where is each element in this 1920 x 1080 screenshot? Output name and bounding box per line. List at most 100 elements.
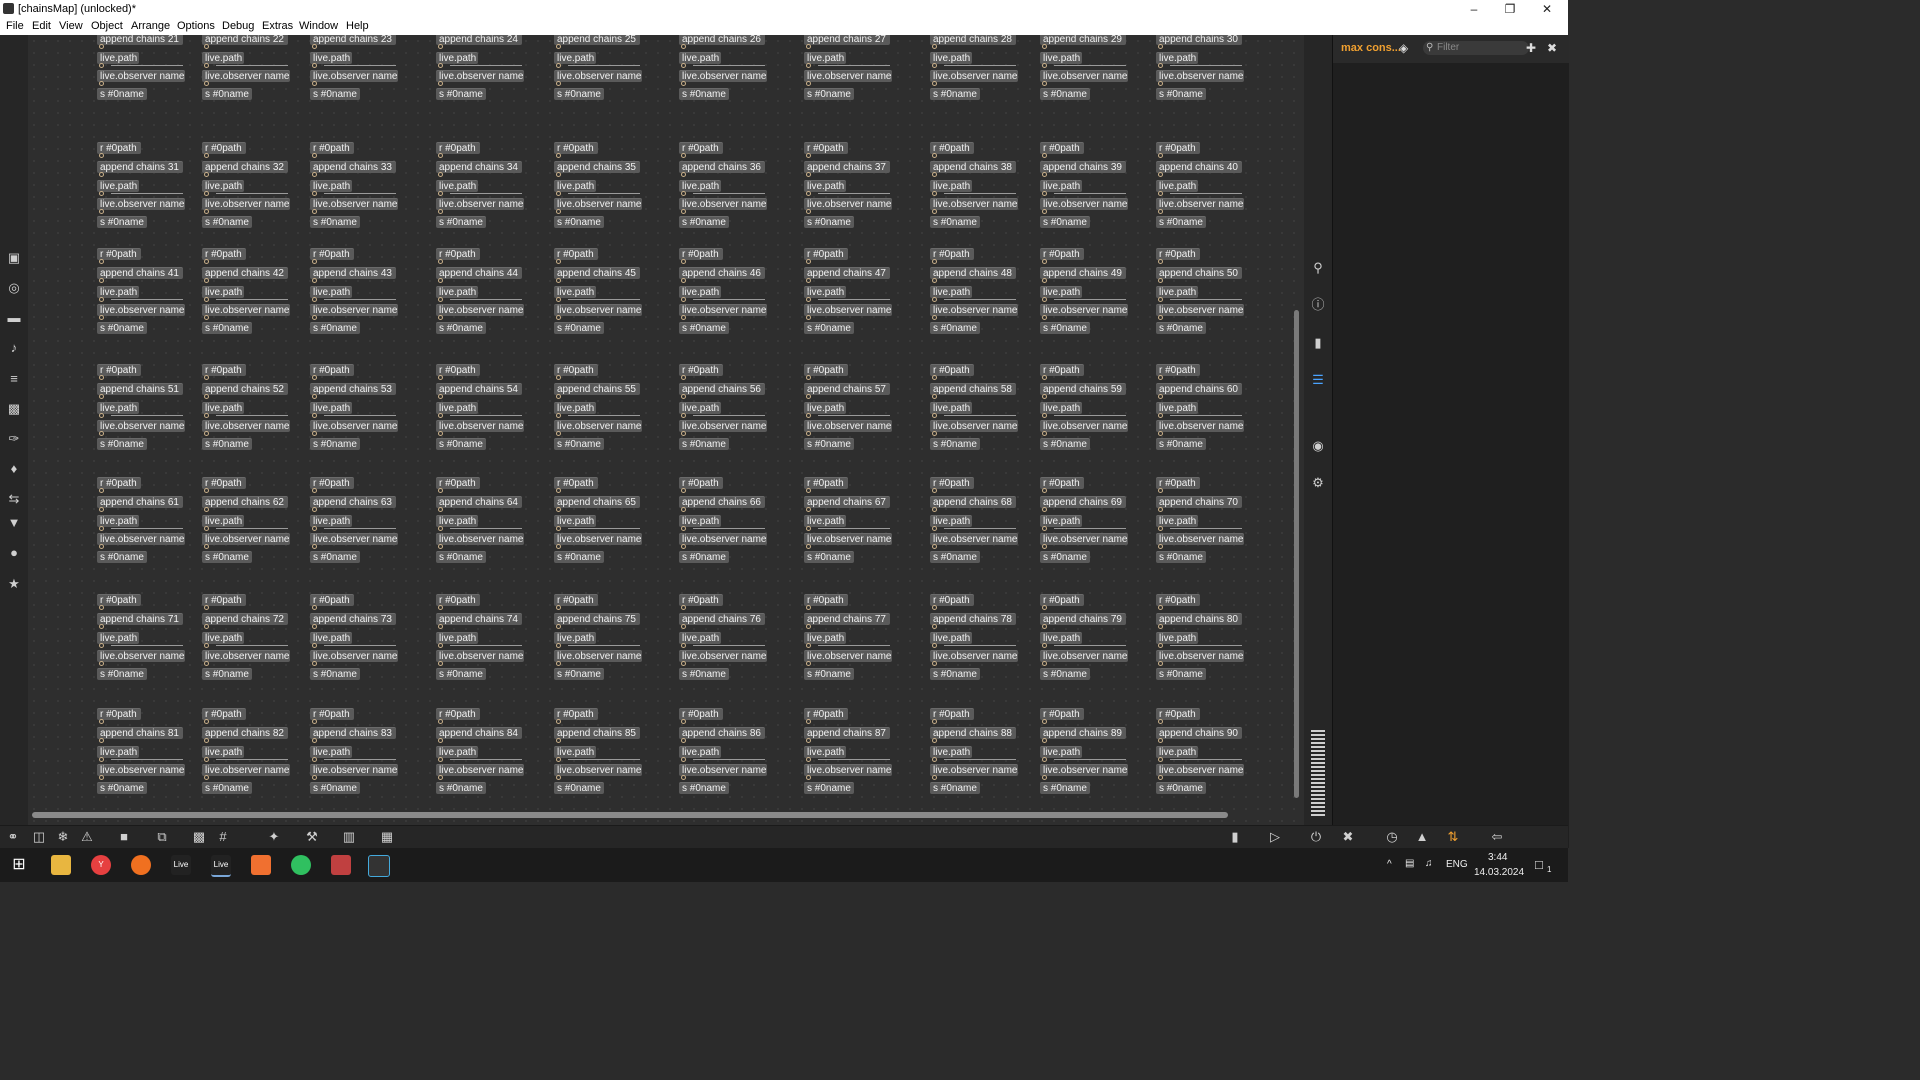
live-path-object[interactable]: live.path	[554, 52, 596, 64]
append-chains-object[interactable]: append chains 32	[202, 161, 288, 173]
live-observer-object[interactable]: live.observer name	[679, 198, 767, 210]
send-object[interactable]: s #0name	[930, 438, 980, 450]
append-chains-object[interactable]: append chains 59	[1040, 383, 1126, 395]
live-path-object[interactable]: live.path	[804, 180, 846, 192]
live-observer-object[interactable]: live.observer name	[1156, 764, 1244, 776]
send-object[interactable]: s #0name	[97, 216, 147, 228]
live-observer-object[interactable]: live.observer name	[804, 70, 892, 82]
receive-object[interactable]: r #0path	[310, 708, 354, 720]
live-observer-object[interactable]: live.observer name	[554, 650, 642, 662]
append-chains-object[interactable]: append chains 75	[554, 613, 640, 625]
menu-object[interactable]: Object	[91, 20, 123, 32]
append-chains-object[interactable]: append chains 47	[804, 267, 890, 279]
send-object[interactable]: s #0name	[310, 551, 360, 563]
live-observer-object[interactable]: live.observer name	[679, 764, 767, 776]
live-path-object[interactable]: live.path	[1040, 515, 1082, 527]
receive-object[interactable]: r #0path	[436, 594, 480, 606]
send-object[interactable]: s #0name	[202, 782, 252, 794]
live-path-object[interactable]: live.path	[554, 746, 596, 758]
live-observer-object[interactable]: live.observer name	[436, 304, 524, 316]
send-object[interactable]: s #0name	[97, 438, 147, 450]
append-chains-object[interactable]: append chains 35	[554, 161, 640, 173]
send-object[interactable]: s #0name	[436, 216, 486, 228]
receive-object[interactable]: r #0path	[1156, 594, 1200, 606]
live-path-object[interactable]: live.path	[930, 402, 972, 414]
send-object[interactable]: s #0name	[310, 668, 360, 680]
receive-object[interactable]: r #0path	[436, 364, 480, 376]
bars-icon[interactable]: ▥	[342, 830, 356, 844]
live-observer-object[interactable]: live.observer name	[1156, 70, 1244, 82]
receive-object[interactable]: r #0path	[930, 248, 974, 260]
send-object[interactable]: s #0name	[436, 668, 486, 680]
live-path-object[interactable]: live.path	[804, 515, 846, 527]
send-object[interactable]: s #0name	[1040, 668, 1090, 680]
live-path-object[interactable]: live.path	[679, 286, 721, 298]
live-path-object[interactable]: live.path	[930, 286, 972, 298]
window-icon[interactable]: ⧉	[155, 830, 169, 844]
receive-object[interactable]: r #0path	[436, 708, 480, 720]
append-chains-object[interactable]: append chains 80	[1156, 613, 1242, 625]
live-observer-object[interactable]: live.observer name	[804, 198, 892, 210]
receive-object[interactable]: r #0path	[930, 364, 974, 376]
live-path-object[interactable]: live.path	[202, 52, 244, 64]
append-chains-object[interactable]: append chains 89	[1040, 727, 1126, 739]
send-object[interactable]: s #0name	[804, 322, 854, 334]
live-path-object[interactable]: live.path	[804, 402, 846, 414]
append-chains-object[interactable]: append chains 74	[436, 613, 522, 625]
receive-object[interactable]: r #0path	[554, 142, 598, 154]
lock-icon[interactable]: ⚭	[6, 830, 20, 844]
send-object[interactable]: s #0name	[679, 438, 729, 450]
live-path-object[interactable]: live.path	[930, 746, 972, 758]
tiles-app-icon[interactable]	[331, 855, 351, 875]
append-chains-object[interactable]: append chains 30	[1156, 35, 1242, 45]
send-object[interactable]: s #0name	[679, 322, 729, 334]
menu-view[interactable]: View	[59, 20, 83, 32]
receive-object[interactable]: r #0path	[804, 477, 848, 489]
live-path-object[interactable]: live.path	[804, 52, 846, 64]
send-object[interactable]: s #0name	[1156, 216, 1206, 228]
live-path-object[interactable]: live.path	[679, 632, 721, 644]
play-icon[interactable]: ▷	[1268, 830, 1282, 844]
menu-debug[interactable]: Debug	[222, 20, 254, 32]
receive-object[interactable]: r #0path	[1040, 142, 1084, 154]
receive-object[interactable]: r #0path	[310, 477, 354, 489]
comment-icon[interactable]: ■	[117, 830, 131, 844]
ableton-live-2-icon[interactable]: Live	[211, 855, 231, 877]
live-path-object[interactable]: live.path	[310, 286, 352, 298]
live-observer-object[interactable]: live.observer name	[202, 70, 290, 82]
wrench-icon[interactable]: ⚒	[305, 830, 319, 844]
append-chains-object[interactable]: append chains 36	[679, 161, 765, 173]
live-observer-object[interactable]: live.observer name	[930, 764, 1018, 776]
live-path-object[interactable]: live.path	[436, 746, 478, 758]
send-object[interactable]: s #0name	[930, 322, 980, 334]
receive-object[interactable]: r #0path	[1040, 364, 1084, 376]
live-path-object[interactable]: live.path	[1040, 632, 1082, 644]
receive-object[interactable]: r #0path	[804, 594, 848, 606]
vertical-scrollbar[interactable]	[1294, 310, 1299, 798]
live-observer-object[interactable]: live.observer name	[202, 304, 290, 316]
send-object[interactable]: s #0name	[679, 668, 729, 680]
send-object[interactable]: s #0name	[202, 551, 252, 563]
send-object[interactable]: s #0name	[679, 782, 729, 794]
append-chains-object[interactable]: append chains 64	[436, 496, 522, 508]
live-path-object[interactable]: live.path	[436, 286, 478, 298]
live-path-object[interactable]: live.path	[97, 180, 139, 192]
append-chains-object[interactable]: append chains 62	[202, 496, 288, 508]
receive-object[interactable]: r #0path	[554, 594, 598, 606]
green-app-icon[interactable]	[291, 855, 311, 875]
live-path-object[interactable]: live.path	[1156, 515, 1198, 527]
send-object[interactable]: s #0name	[202, 88, 252, 100]
send-object[interactable]: s #0name	[97, 551, 147, 563]
append-chains-object[interactable]: append chains 76	[679, 613, 765, 625]
receive-object[interactable]: r #0path	[436, 477, 480, 489]
live-observer-object[interactable]: live.observer name	[1040, 70, 1128, 82]
note-icon[interactable]: ♪	[7, 341, 21, 355]
receive-object[interactable]: r #0path	[1156, 142, 1200, 154]
live-path-object[interactable]: live.path	[554, 286, 596, 298]
live-path-object[interactable]: live.path	[436, 180, 478, 192]
live-observer-object[interactable]: live.observer name	[554, 304, 642, 316]
send-object[interactable]: s #0name	[804, 551, 854, 563]
live-path-object[interactable]: live.path	[202, 286, 244, 298]
receive-object[interactable]: r #0path	[202, 477, 246, 489]
append-chains-object[interactable]: append chains 31	[97, 161, 183, 173]
